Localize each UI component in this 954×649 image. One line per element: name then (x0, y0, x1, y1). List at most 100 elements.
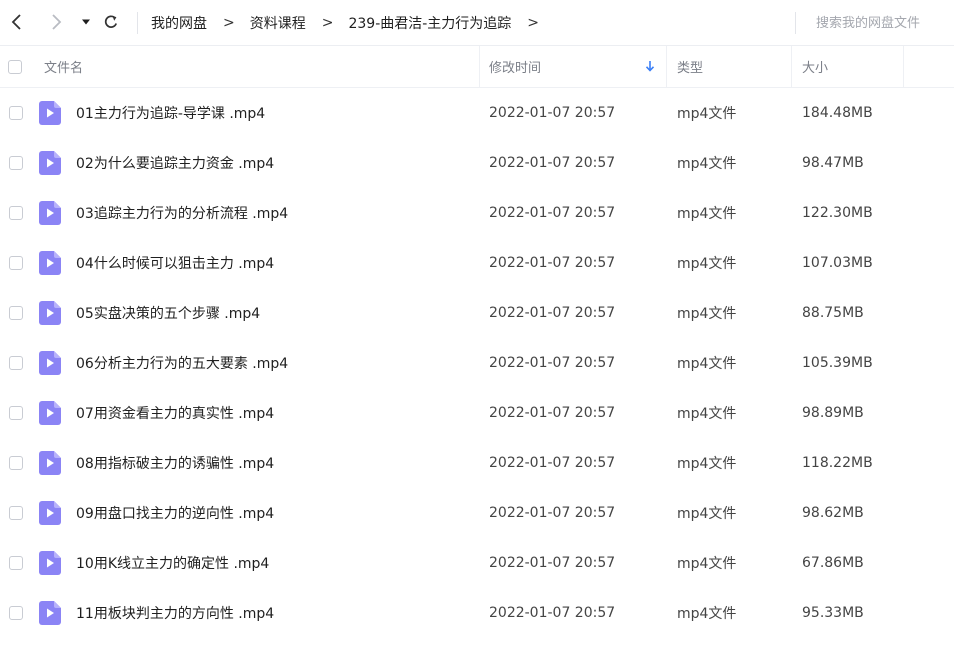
column-header-name[interactable]: 文件名 (44, 46, 83, 87)
refresh-button[interactable] (100, 11, 122, 33)
file-size: 98.62MB (802, 505, 864, 521)
table-row[interactable]: 05实盘决策的五个步骤 .mp4 2022-01-07 20:57 mp4文件 … (0, 288, 954, 338)
select-all-checkbox[interactable] (8, 59, 22, 74)
top-nav-bar: 我的网盘 > 资料课程 > 239-曲君洁-主力行为追踪 > (0, 0, 954, 46)
file-size: 184.48MB (802, 105, 873, 121)
video-file-icon (39, 301, 61, 325)
file-type: mp4文件 (677, 506, 737, 522)
row-checkbox[interactable] (9, 556, 23, 570)
file-type: mp4文件 (677, 306, 737, 322)
file-size: 88.75MB (802, 305, 864, 321)
search-input[interactable] (806, 10, 946, 36)
file-size: 67.86MB (802, 555, 864, 571)
table-row[interactable]: 06分析主力行为的五大要素 .mp4 2022-01-07 20:57 mp4文… (0, 338, 954, 388)
breadcrumb-separator: > (321, 15, 334, 31)
file-type: mp4文件 (677, 456, 737, 472)
file-name[interactable]: 01主力行为追踪-导学课 .mp4 (76, 88, 265, 138)
video-file-icon (39, 551, 61, 575)
file-name[interactable]: 11用板块判主力的方向性 .mp4 (76, 588, 274, 638)
column-header-size[interactable]: 大小 (802, 46, 828, 87)
arrow-down-icon[interactable] (645, 60, 655, 72)
table-row[interactable]: 03追踪主力行为的分析流程 .mp4 2022-01-07 20:57 mp4文… (0, 188, 954, 238)
table-row[interactable]: 01主力行为追踪-导学课 .mp4 2022-01-07 20:57 mp4文件… (0, 88, 954, 138)
row-checkbox[interactable] (9, 406, 23, 420)
file-name[interactable]: 04什么时候可以狙击主力 .mp4 (76, 238, 274, 288)
video-file-icon (39, 251, 61, 275)
file-name[interactable]: 07用资金看主力的真实性 .mp4 (76, 388, 274, 438)
file-type: mp4文件 (677, 206, 737, 222)
breadcrumb-item-my-drive[interactable]: 我的网盘 (151, 13, 207, 33)
file-type: mp4文件 (677, 256, 737, 272)
row-checkbox[interactable] (9, 156, 23, 170)
chevron-left-icon (11, 14, 21, 30)
back-button[interactable] (6, 11, 28, 33)
row-checkbox[interactable] (9, 456, 23, 470)
breadcrumb-item-course-materials[interactable]: 资料课程 (250, 13, 306, 33)
table-row[interactable]: 11用板块判主力的方向性 .mp4 2022-01-07 20:57 mp4文件… (0, 588, 954, 638)
refresh-icon (104, 15, 118, 28)
file-modified-time: 2022-01-07 20:57 (489, 305, 616, 321)
file-name[interactable]: 09用盘口找主力的逆向性 .mp4 (76, 488, 274, 538)
file-type: mp4文件 (677, 356, 737, 372)
table-row[interactable]: 09用盘口找主力的逆向性 .mp4 2022-01-07 20:57 mp4文件… (0, 488, 954, 538)
breadcrumb: 我的网盘 > 资料课程 > 239-曲君洁-主力行为追踪 > (151, 0, 554, 46)
history-dropdown-button[interactable] (75, 11, 97, 33)
row-checkbox[interactable] (9, 606, 23, 620)
video-file-icon (39, 101, 61, 125)
row-checkbox[interactable] (9, 356, 23, 370)
file-size: 107.03MB (802, 255, 873, 271)
file-modified-time: 2022-01-07 20:57 (489, 505, 616, 521)
breadcrumb-item-current-folder[interactable]: 239-曲君洁-主力行为追踪 (348, 13, 511, 33)
file-size: 118.22MB (802, 455, 873, 471)
file-name[interactable]: 10用K线立主力的确定性 .mp4 (76, 538, 269, 588)
file-size: 98.47MB (802, 155, 864, 171)
row-checkbox[interactable] (9, 206, 23, 220)
file-size: 98.89MB (802, 405, 864, 421)
nav-divider (137, 12, 138, 34)
file-name[interactable]: 02为什么要追踪主力资金 .mp4 (76, 138, 274, 188)
file-modified-time: 2022-01-07 20:57 (489, 455, 616, 471)
file-type: mp4文件 (677, 106, 737, 122)
table-row[interactable]: 04什么时候可以狙击主力 .mp4 2022-01-07 20:57 mp4文件… (0, 238, 954, 288)
table-row[interactable]: 07用资金看主力的真实性 .mp4 2022-01-07 20:57 mp4文件… (0, 388, 954, 438)
video-file-icon (39, 401, 61, 425)
file-type: mp4文件 (677, 556, 737, 572)
file-type: mp4文件 (677, 406, 737, 422)
video-file-icon (39, 501, 61, 525)
forward-button[interactable] (45, 11, 67, 33)
table-row[interactable]: 02为什么要追踪主力资金 .mp4 2022-01-07 20:57 mp4文件… (0, 138, 954, 188)
file-modified-time: 2022-01-07 20:57 (489, 355, 616, 371)
file-modified-time: 2022-01-07 20:57 (489, 155, 616, 171)
file-modified-time: 2022-01-07 20:57 (489, 555, 616, 571)
file-modified-time: 2022-01-07 20:57 (489, 255, 616, 271)
search-divider (795, 12, 796, 34)
table-row[interactable]: 08用指标破主力的诱骗性 .mp4 2022-01-07 20:57 mp4文件… (0, 438, 954, 488)
file-name[interactable]: 06分析主力行为的五大要素 .mp4 (76, 338, 288, 388)
file-table-header: 文件名 修改时间 类型 大小 (0, 46, 954, 88)
file-modified-time: 2022-01-07 20:57 (489, 105, 616, 121)
row-checkbox[interactable] (9, 106, 23, 120)
row-checkbox[interactable] (9, 256, 23, 270)
table-row[interactable]: 10用K线立主力的确定性 .mp4 2022-01-07 20:57 mp4文件… (0, 538, 954, 588)
file-type: mp4文件 (677, 606, 737, 622)
column-header-modified[interactable]: 修改时间 (489, 46, 541, 87)
video-file-icon (39, 201, 61, 225)
file-size: 95.33MB (802, 605, 864, 621)
chevron-right-icon (52, 14, 62, 30)
column-divider (479, 46, 480, 87)
caret-down-icon (82, 19, 90, 25)
file-modified-time: 2022-01-07 20:57 (489, 205, 616, 221)
column-header-type[interactable]: 类型 (677, 46, 703, 87)
video-file-icon (39, 351, 61, 375)
file-name[interactable]: 03追踪主力行为的分析流程 .mp4 (76, 188, 288, 238)
row-checkbox[interactable] (9, 506, 23, 520)
column-divider (903, 46, 904, 87)
column-divider (666, 46, 667, 87)
breadcrumb-separator: > (223, 15, 235, 31)
file-name[interactable]: 08用指标破主力的诱骗性 .mp4 (76, 438, 274, 488)
file-name[interactable]: 05实盘决策的五个步骤 .mp4 (76, 288, 260, 338)
select-all-cell (8, 46, 22, 87)
row-checkbox[interactable] (9, 306, 23, 320)
video-file-icon (39, 151, 61, 175)
file-modified-time: 2022-01-07 20:57 (489, 405, 616, 421)
